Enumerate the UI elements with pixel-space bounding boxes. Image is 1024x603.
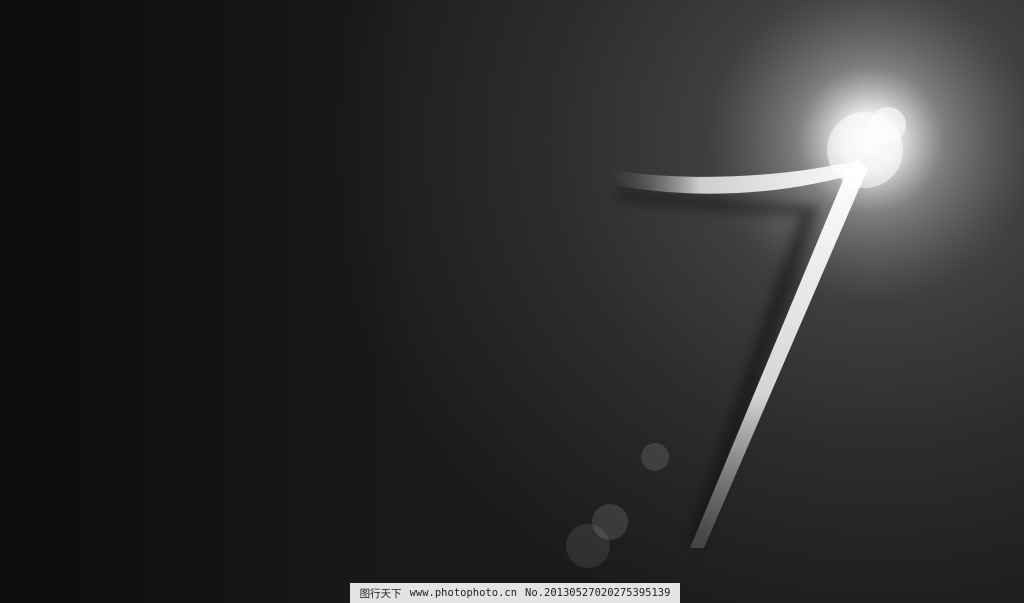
watermark-site-name: 图行天下 [359, 587, 402, 600]
watermark-image-number: No.20130527020275395139 [525, 587, 671, 599]
wallpaper-canvas: 图行天下 www.photophoto.cn No.20130527020275… [0, 0, 1024, 603]
numeral-seven-graphic [566, 0, 1024, 568]
watermark-bar: 图行天下 www.photophoto.cn No.20130527020275… [350, 583, 680, 603]
bokeh-circle [870, 107, 906, 143]
bokeh-circle [641, 443, 669, 471]
bokeh-circle [566, 524, 610, 568]
watermark-site-url: www.photophoto.cn [409, 587, 518, 599]
